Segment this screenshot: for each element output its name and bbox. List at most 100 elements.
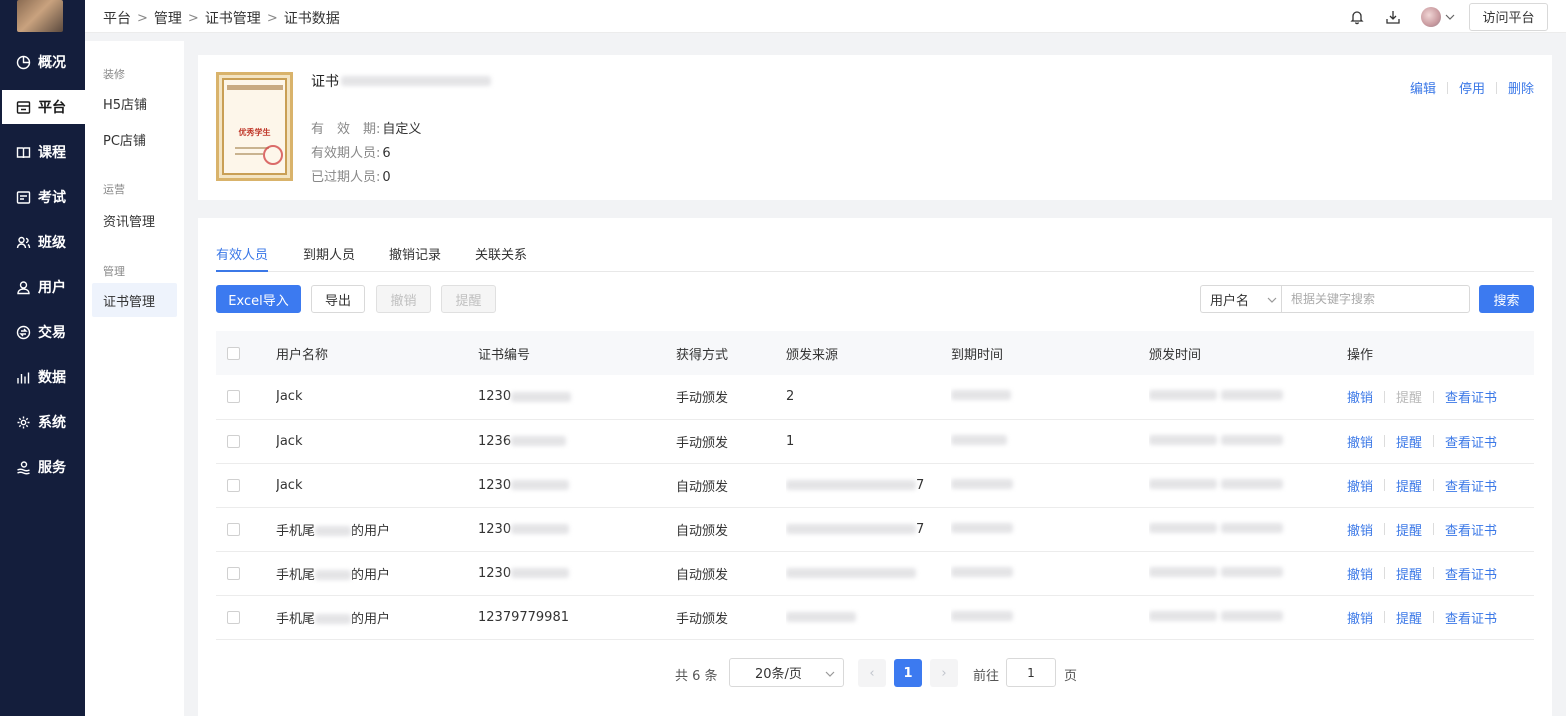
cert-number: 12379779981 bbox=[478, 609, 569, 625]
row-checkbox[interactable] bbox=[227, 478, 240, 492]
remind-button[interactable]: 提醒 bbox=[441, 285, 496, 313]
row-view-cert-link[interactable]: 查看证书 bbox=[1445, 608, 1497, 627]
tab-relations[interactable]: 关联关系 bbox=[475, 244, 527, 272]
cell-ops: 撤销 提醒 查看证书 bbox=[1347, 463, 1534, 508]
breadcrumb-item-manage[interactable]: 管理 bbox=[154, 8, 182, 28]
excel-import-button[interactable]: Excel导入 bbox=[216, 285, 301, 313]
tab-revoke-records[interactable]: 撤销记录 bbox=[389, 244, 441, 272]
nav-item-0[interactable]: 概况 bbox=[0, 45, 85, 79]
user-name: Jack bbox=[276, 433, 303, 449]
page-size-select[interactable]: 20条/页 bbox=[729, 658, 844, 687]
search-button[interactable]: 搜索 bbox=[1479, 285, 1534, 313]
bar-chart-icon bbox=[17, 372, 30, 383]
cell-user: Jack bbox=[276, 375, 478, 420]
nav-item-7[interactable]: 数据 bbox=[0, 360, 85, 394]
redacted-text bbox=[1221, 390, 1283, 401]
export-button[interactable]: 导出 bbox=[311, 285, 365, 313]
bell-icon[interactable] bbox=[1349, 9, 1365, 25]
prev-page-button[interactable]: ‹ bbox=[858, 659, 886, 687]
tab-expired-people[interactable]: 到期人员 bbox=[303, 244, 355, 272]
visit-platform-button[interactable]: 访问平台 bbox=[1469, 2, 1548, 31]
divider bbox=[1384, 611, 1386, 623]
row-revoke-link[interactable]: 撤销 bbox=[1347, 387, 1373, 406]
issue-source-tail: 7 bbox=[916, 521, 925, 537]
issue-source: 1 bbox=[786, 433, 795, 449]
download-icon[interactable] bbox=[1385, 9, 1401, 25]
nav-item-9[interactable]: 服务 bbox=[0, 450, 85, 484]
row-remind-link[interactable]: 提醒 bbox=[1396, 476, 1422, 495]
row-view-cert-link[interactable]: 查看证书 bbox=[1445, 432, 1497, 451]
breadcrumb-item-cert-data: 证书数据 bbox=[283, 11, 340, 27]
next-page-button[interactable]: › bbox=[930, 659, 958, 687]
cell-ops: 撤销 提醒 查看证书 bbox=[1347, 551, 1534, 596]
certificate-thumbnail[interactable]: 优秀学生 bbox=[216, 72, 293, 181]
user-name-tail: 的用户 bbox=[351, 567, 391, 583]
row-remind-link[interactable]: 提醒 bbox=[1396, 387, 1422, 406]
cell-expire-time bbox=[951, 507, 1149, 552]
nav-item-2[interactable]: 课程 bbox=[0, 135, 85, 169]
row-revoke-link[interactable]: 撤销 bbox=[1347, 432, 1373, 451]
row-view-cert-link[interactable]: 查看证书 bbox=[1445, 387, 1497, 406]
row-revoke-link[interactable]: 撤销 bbox=[1347, 476, 1373, 495]
divider bbox=[1433, 479, 1435, 491]
nav-item-3[interactable]: 考试 bbox=[0, 180, 85, 214]
subnav-item-news[interactable]: 资讯管理 bbox=[92, 203, 177, 237]
row-revoke-link[interactable]: 撤销 bbox=[1347, 608, 1373, 627]
tab-valid-people[interactable]: 有效人员 bbox=[216, 244, 269, 272]
row-view-cert-link[interactable]: 查看证书 bbox=[1445, 564, 1497, 583]
brand-logo[interactable] bbox=[17, 0, 63, 32]
table-row: 手机尾 的用户 1230 自动颁发 7 撤销 提醒 查看证书 bbox=[216, 507, 1534, 552]
row-remind-link[interactable]: 提醒 bbox=[1396, 432, 1422, 451]
cell-cert-no: 1230 bbox=[478, 375, 676, 420]
subnav-item-h5-store[interactable]: H5店铺 bbox=[92, 86, 177, 120]
redacted-text bbox=[1149, 434, 1217, 445]
chevron-down-icon[interactable] bbox=[1445, 12, 1455, 22]
revoke-button[interactable]: 撤销 bbox=[376, 285, 431, 313]
cert-number: 1230 bbox=[478, 565, 512, 581]
divider bbox=[1384, 523, 1386, 535]
nav-item-1[interactable]: 平台 bbox=[2, 90, 85, 124]
redacted-text bbox=[1149, 610, 1217, 621]
row-revoke-link[interactable]: 撤销 bbox=[1347, 520, 1373, 539]
chevron-down-icon bbox=[1267, 297, 1277, 303]
row-checkbox[interactable] bbox=[227, 566, 240, 580]
row-view-cert-link[interactable]: 查看证书 bbox=[1445, 476, 1497, 495]
book-icon bbox=[16, 146, 31, 158]
select-all-checkbox[interactable] bbox=[227, 346, 240, 360]
row-checkbox[interactable] bbox=[227, 390, 240, 404]
nav-item-5[interactable]: 用户 bbox=[0, 270, 85, 304]
nav-item-4[interactable]: 班级 bbox=[0, 225, 85, 259]
nav-item-6[interactable]: 交易 bbox=[0, 315, 85, 349]
row-checkbox[interactable] bbox=[227, 434, 240, 448]
goto-page-input[interactable] bbox=[1006, 658, 1056, 687]
cell-expire-time bbox=[951, 419, 1149, 464]
row-remind-link[interactable]: 提醒 bbox=[1396, 564, 1422, 583]
divider bbox=[1433, 523, 1435, 535]
edit-link[interactable]: 编辑 bbox=[1410, 78, 1436, 97]
delete-link[interactable]: 删除 bbox=[1508, 78, 1534, 97]
cell-user: Jack bbox=[276, 419, 478, 464]
row-checkbox[interactable] bbox=[227, 522, 240, 536]
subnav-item-pc-store[interactable]: PC店铺 bbox=[92, 122, 177, 156]
subnav-item-cert-manage[interactable]: 证书管理 bbox=[92, 283, 177, 317]
search-input[interactable] bbox=[1281, 285, 1470, 313]
breadcrumb-item-cert-manage[interactable]: 证书管理 bbox=[205, 8, 261, 28]
redacted-text bbox=[951, 390, 1011, 401]
divider bbox=[1384, 567, 1386, 579]
disable-link[interactable]: 停用 bbox=[1459, 78, 1485, 97]
row-view-cert-link[interactable]: 查看证书 bbox=[1445, 520, 1497, 539]
pagination: 共 6 条 20条/页 ‹ 1 › 前往 页 bbox=[198, 658, 1552, 688]
row-remind-link[interactable]: 提醒 bbox=[1396, 520, 1422, 539]
store-icon bbox=[16, 100, 31, 114]
breadcrumb-item-platform[interactable]: 平台 bbox=[103, 8, 131, 28]
nav-item-8[interactable]: 系统 bbox=[0, 405, 85, 439]
divider bbox=[1433, 435, 1435, 447]
column-header: 证书编号 bbox=[478, 331, 676, 375]
row-remind-link[interactable]: 提醒 bbox=[1396, 608, 1422, 627]
avatar[interactable] bbox=[1421, 6, 1441, 27]
search-field-select[interactable]: 用户名 bbox=[1200, 285, 1281, 313]
row-checkbox[interactable] bbox=[227, 610, 240, 624]
page-number-current[interactable]: 1 bbox=[894, 659, 922, 687]
divider bbox=[1433, 567, 1435, 579]
row-revoke-link[interactable]: 撤销 bbox=[1347, 564, 1373, 583]
